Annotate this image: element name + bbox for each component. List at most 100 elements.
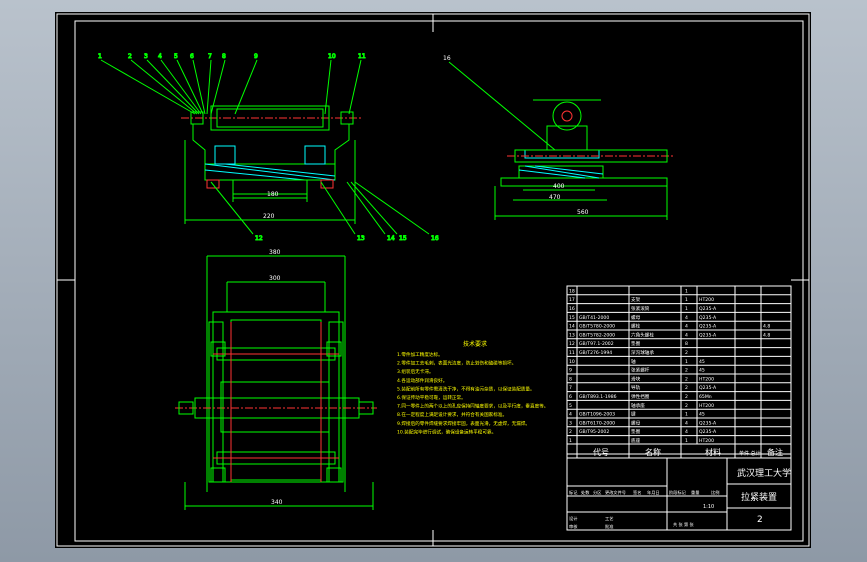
leader-label-front: 1: [98, 53, 102, 60]
title-block-label: 共 张 第 张: [673, 521, 695, 528]
bom-cell-no: 9: [569, 368, 572, 374]
bom-cell-qty: 2: [685, 350, 688, 356]
title-block: 武汉理工大学 拉紧装置 2 1:10 标记 处数 分区 更改文件号 签名 年月日设计审核 工…: [566, 457, 792, 531]
leader-label-bottom: 13: [357, 235, 365, 242]
bom-cell-no: 7: [569, 385, 572, 391]
bom-cell-name: 轴承座: [631, 402, 645, 409]
bom-cell-qty: 4: [685, 429, 688, 435]
bom-cell-mat: Q235-A: [699, 324, 717, 330]
bom-cell-code: GB/T1096-2003: [579, 412, 615, 418]
note-item: 9.焊接后的零件焊缝要求焊接牢固，表面光滑，无虚焊，无漏焊。: [397, 420, 530, 427]
leader-label-front: 4: [158, 53, 162, 60]
bom-cell-name: 垫圈: [631, 340, 641, 347]
dim-front-overall: 220: [263, 213, 275, 220]
leader-side-label: 16: [443, 55, 451, 62]
leader-line-front: [206, 59, 212, 115]
title-block-label: 工艺: [605, 516, 613, 521]
bom-cell-qty: 4: [685, 324, 688, 330]
bom-cell-name: 垫圈: [631, 428, 641, 435]
bom-cell-mat: Q235-A: [699, 429, 717, 435]
drawing-canvas[interactable]: 180 220 1 2 3 4 5 6 7 8 9 10 11 12 13 14 15 16: [55, 12, 811, 548]
front-view: 180 220 1 2 3 4 5 6 7 8 9 10 11 12 13 14 15 16: [98, 53, 440, 243]
title-block-label: 批准: [605, 523, 613, 530]
title-block-label: 重量: [691, 489, 699, 496]
technical-notes: 技术要求 1.零件加工精度达标。 2.零件加工去毛刺，表面光洁度，防止划伤和磕碰等…: [397, 340, 548, 435]
leader-line-front: [130, 59, 198, 115]
notes-title: 技术要求: [463, 340, 487, 348]
bom-cell-no: 4: [569, 412, 572, 418]
outer-border: [56, 13, 810, 547]
bom-cell-code: GB/T41-2000: [579, 315, 609, 321]
bom-cell-qty: 2: [685, 403, 688, 409]
bom-cell-mat: 65Mn: [699, 394, 712, 400]
title-block-label: 比例: [711, 489, 719, 496]
note-item: 6.保证传动平稳可靠，运转正常。: [397, 394, 466, 401]
bom-cell-code: GB/T893.1-1986: [579, 394, 617, 400]
note-item: 3.组装后无卡滞。: [397, 368, 434, 375]
bom-cell-no: 13: [569, 332, 575, 338]
bom-cell-mat: Q235-A: [699, 385, 717, 391]
bom-cell-qty: 1: [685, 306, 688, 312]
school-name: 武汉理工大学: [737, 467, 791, 479]
dim-front-inner: 180: [267, 191, 279, 198]
bom-cell-no: 1: [569, 438, 572, 444]
note-item: 5.装配前所有零件需清洗干净，不得有油污杂质，以保证装配质量。: [397, 385, 535, 392]
title-block-label: 签名: [633, 489, 641, 496]
bom-cell-code: GB/T5780-2000: [579, 324, 615, 330]
bom-cell-mat: 45: [699, 412, 705, 418]
bom-cell-mat: HT200: [699, 403, 714, 409]
leader-line-bottom: [350, 181, 398, 235]
bom-cell-mat: HT200: [699, 438, 714, 444]
bom-cell-name: 轴: [631, 358, 636, 365]
bom-cell-mat: HT200: [699, 376, 714, 382]
scale-value: 1:10: [703, 504, 714, 510]
leader-line-front: [146, 59, 200, 115]
bom-cell-name: 张紧螺杆: [631, 367, 650, 374]
bom-cell-name: 支架: [631, 296, 641, 303]
bom-cell-qty: 2: [685, 368, 688, 374]
title-block-label: 阶段标记: [669, 489, 687, 496]
leader-label-front: 3: [144, 53, 148, 60]
dim-top-bottom: 340: [271, 499, 283, 506]
leader-label-front: 2: [128, 53, 132, 60]
bom-cell-name: 深沟球轴承: [631, 349, 654, 356]
bom-cell-no: 15: [569, 315, 575, 321]
leader-line-bottom: [320, 181, 356, 235]
bom-cell-note: 4.8: [763, 332, 770, 338]
bom-table: 18 117 支架 1 HT20016 张紧滚筒 1 Q235-A15 GB/T41-2000 螺…: [566, 285, 792, 459]
dim-top-top: 380: [269, 249, 281, 256]
bom-cell-qty: 2: [685, 376, 688, 382]
bom-cell-no: 17: [569, 297, 575, 303]
bom-cell-qty: 2: [685, 394, 688, 400]
leader-label-bottom: 14: [387, 235, 395, 242]
bom-cell-name: 弹性挡圈: [631, 393, 650, 400]
bom-header-weight: 单件 总计: [739, 450, 761, 457]
bom-cell-no: 10: [569, 359, 575, 365]
bom-cell-qty: 4: [685, 420, 688, 426]
leader-label-front: 5: [174, 53, 178, 60]
bom-cell-qty: 1: [685, 412, 688, 418]
leader-label-front: 6: [190, 53, 194, 60]
bom-header-code: 代号: [593, 447, 609, 457]
bom-cell-mat: Q235-A: [699, 315, 717, 321]
side-view: 400 470 560 16: [443, 55, 675, 220]
bom-cell-mat: Q235-A: [699, 332, 717, 338]
centering-marks: [57, 14, 809, 546]
bom-cell-no: 8: [569, 376, 572, 382]
bom-cell-code: GB/T5782-2000: [579, 332, 615, 338]
leader-label-front: 7: [208, 53, 212, 60]
leader-label-front: 8: [222, 53, 226, 60]
title-block-label: 年月日: [647, 489, 660, 496]
leader-label-bottom: 12: [255, 235, 263, 242]
leader-line-front: [348, 59, 362, 115]
bom-cell-qty: 4: [685, 315, 688, 321]
app-window: 180 220 1 2 3 4 5 6 7 8 9 10 11 12 13 14 15 16: [0, 0, 867, 562]
bom-cell-no: 12: [569, 341, 575, 347]
dim-side-overall: 560: [577, 209, 589, 216]
note-item: 7.同一零件上的两个以上的孔应保持同轴度要求，以及平行度，垂直度等。: [397, 403, 548, 410]
bom-cell-no: 3: [569, 420, 572, 426]
bom-header-note: 备注: [767, 447, 783, 457]
leader-label-front: 9: [254, 53, 258, 60]
note-item: 10.装配完毕进行调试，确保设备运转平稳可靠。: [397, 428, 496, 435]
leader-label-bottom: 16: [431, 235, 439, 242]
